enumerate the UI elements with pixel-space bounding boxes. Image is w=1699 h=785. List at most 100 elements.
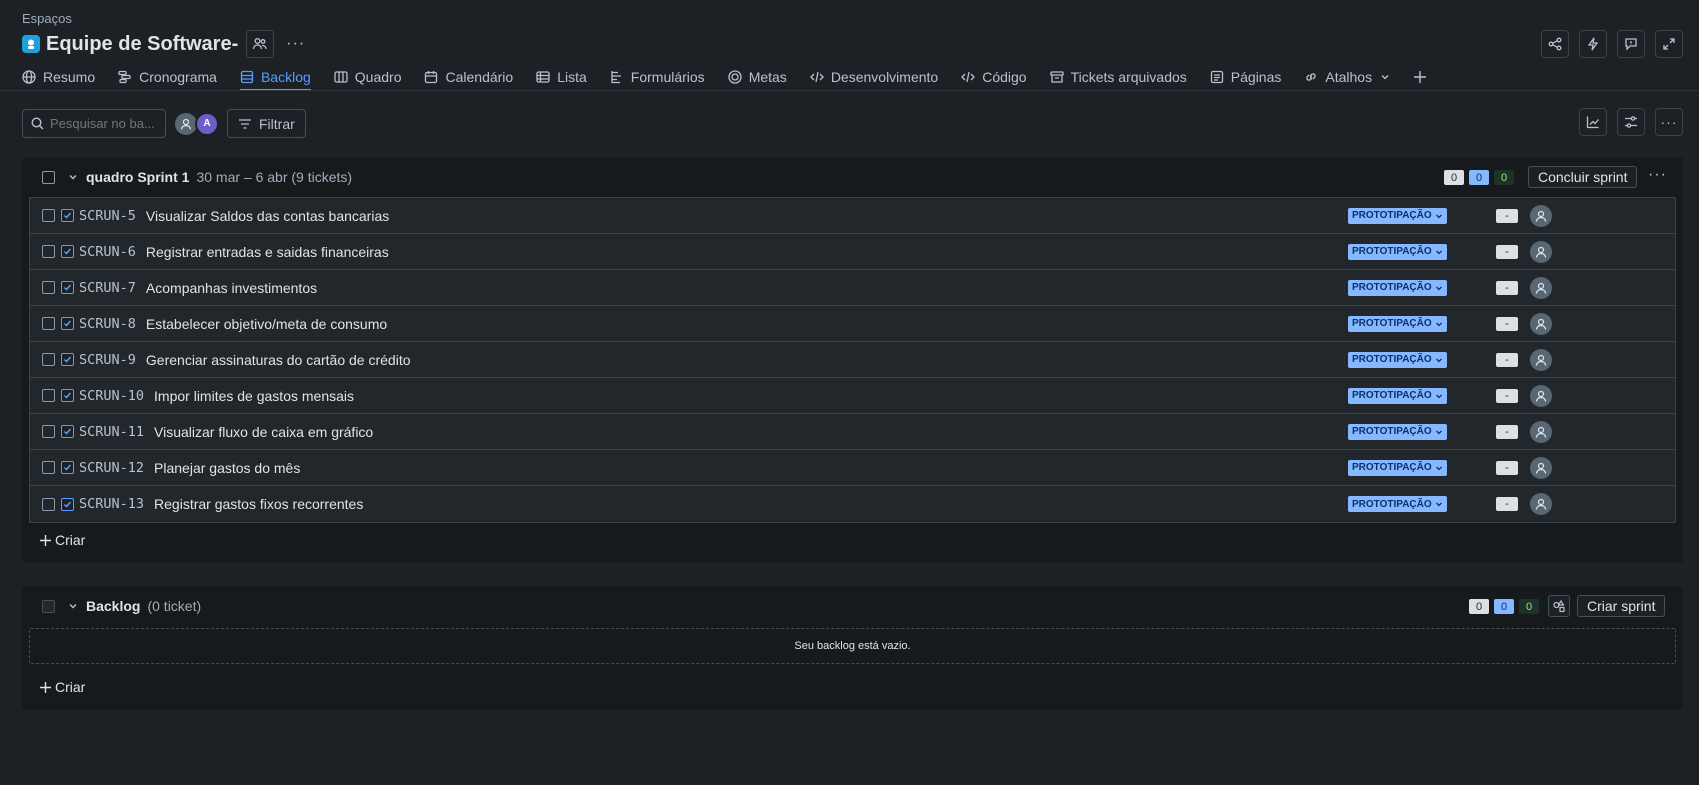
issue-row[interactable]: SCRUN-7 Acompanhas investimentos PROTOTI… (30, 270, 1675, 306)
issue-key[interactable]: SCRUN-11 (79, 424, 144, 440)
issue-row[interactable]: SCRUN-13 Registrar gastos fixos recorren… (30, 486, 1675, 522)
status-dropdown[interactable]: PROTOTIPAÇÃO (1348, 459, 1447, 476)
issue-key[interactable]: SCRUN-9 (79, 352, 136, 368)
row-select-checkbox[interactable] (42, 317, 55, 330)
search-input[interactable] (50, 116, 160, 131)
tab-calendario[interactable]: Calendário (424, 64, 513, 90)
row-select-checkbox[interactable] (42, 461, 55, 474)
people-icon (253, 38, 267, 50)
tab-lista[interactable]: Lista (536, 64, 587, 90)
collapse-toggle[interactable] (67, 171, 81, 183)
create-issue-button[interactable]: Criar (39, 532, 85, 548)
issue-row[interactable]: SCRUN-12 Planejar gastos do mês PROTOTIP… (30, 450, 1675, 486)
view-settings-button[interactable] (1617, 108, 1645, 136)
row-select-checkbox[interactable] (42, 389, 55, 402)
issue-row[interactable]: SCRUN-11 Visualizar fluxo de caixa em gr… (30, 414, 1675, 450)
status-dropdown[interactable]: PROTOTIPAÇÃO (1348, 207, 1447, 224)
issue-row[interactable]: SCRUN-10 Impor limites de gastos mensais… (30, 378, 1675, 414)
create-sprint-button[interactable]: Criar sprint (1577, 595, 1666, 617)
team-button[interactable] (246, 30, 275, 58)
share-button[interactable] (1541, 30, 1569, 58)
assignee-avatar[interactable] (1530, 204, 1552, 227)
more-icon: ··· (1660, 114, 1678, 130)
issue-key[interactable]: SCRUN-13 (79, 496, 144, 512)
assignee-avatar[interactable] (1530, 312, 1552, 335)
status-dropdown[interactable]: PROTOTIPAÇÃO (1348, 351, 1447, 368)
status-dropdown[interactable]: PROTOTIPAÇÃO (1348, 243, 1447, 260)
insights-button[interactable] (1579, 108, 1607, 136)
chevron-down-icon (1435, 286, 1442, 290)
issue-key[interactable]: SCRUN-5 (79, 208, 136, 224)
automation-button[interactable] (1579, 30, 1607, 58)
issue-row[interactable]: SCRUN-6 Registrar entradas e saidas fina… (30, 234, 1675, 270)
status-dropdown[interactable]: PROTOTIPAÇÃO (1348, 423, 1447, 440)
row-select-checkbox[interactable] (42, 281, 55, 294)
filter-button[interactable]: Filtrar (227, 109, 306, 138)
story-points-badge[interactable]: - (1496, 208, 1518, 223)
avatar-unassigned[interactable] (175, 112, 197, 135)
complete-sprint-button[interactable]: Concluir sprint (1528, 166, 1638, 188)
assignee-avatar[interactable] (1530, 240, 1552, 263)
more-icon[interactable]: ··· (1648, 166, 1667, 184)
tab-quadro[interactable]: Quadro (334, 64, 401, 90)
story-points-badge[interactable]: - (1496, 424, 1518, 439)
assignee-avatar[interactable] (1530, 493, 1552, 515)
assignee-avatar[interactable] (1530, 420, 1552, 443)
tab-paginas[interactable]: Páginas (1210, 64, 1281, 90)
add-tab-button[interactable] (1413, 64, 1434, 90)
row-select-checkbox[interactable] (42, 245, 55, 258)
feedback-button[interactable] (1617, 30, 1645, 58)
issue-key[interactable]: SCRUN-6 (79, 244, 136, 260)
row-select-checkbox[interactable] (42, 425, 55, 438)
assignee-avatar[interactable] (1530, 384, 1552, 407)
backlog-icon (240, 70, 254, 84)
status-dropdown[interactable]: PROTOTIPAÇÃO (1348, 387, 1447, 404)
sprint-select-checkbox[interactable] (42, 170, 55, 184)
row-select-checkbox[interactable] (42, 353, 55, 366)
issue-key[interactable]: SCRUN-8 (79, 316, 136, 332)
row-select-checkbox[interactable] (42, 209, 55, 222)
tab-formularios[interactable]: Formulários (610, 64, 705, 90)
status-dropdown[interactable]: PROTOTIPAÇÃO (1348, 279, 1447, 296)
tab-backlog[interactable]: Backlog (239, 64, 311, 91)
issue-key[interactable]: SCRUN-12 (79, 460, 144, 476)
tab-codigo[interactable]: Código (961, 64, 1027, 90)
collapse-toggle[interactable] (67, 600, 81, 612)
tab-desenvolvimento[interactable]: Desenvolvimento (809, 64, 938, 90)
list-icon (536, 71, 550, 83)
assignee-avatar[interactable] (1530, 456, 1552, 479)
more-options-button[interactable]: ··· (1655, 108, 1683, 136)
more-icon[interactable]: ··· (286, 35, 305, 53)
story-points-badge[interactable]: - (1496, 388, 1518, 403)
create-backlog-issue-button[interactable]: Criar (39, 679, 85, 695)
tab-cronograma[interactable]: Cronograma (118, 64, 217, 90)
story-points-badge[interactable]: - (1496, 352, 1518, 367)
automation-rules-button[interactable] (1548, 595, 1570, 617)
issue-key[interactable]: SCRUN-7 (79, 280, 136, 296)
story-points-badge[interactable]: - (1496, 316, 1518, 331)
avatar-user[interactable]: A (195, 111, 219, 136)
tab-tickets-arquivados[interactable]: Tickets arquivados (1049, 64, 1187, 90)
tab-resumo[interactable]: Resumo (22, 64, 95, 90)
story-points-badge[interactable]: - (1496, 460, 1518, 475)
search-box[interactable] (22, 109, 166, 138)
chart-icon (1586, 116, 1599, 129)
status-dropdown[interactable]: PROTOTIPAÇÃO (1348, 315, 1447, 332)
tab-atalhos[interactable]: Atalhos (1304, 64, 1390, 90)
tab-metas[interactable]: Metas (728, 64, 787, 90)
backlog-select-checkbox[interactable] (42, 599, 55, 613)
story-points-badge[interactable]: - (1496, 280, 1518, 295)
issue-row[interactable]: SCRUN-9 Gerenciar assinaturas do cartão … (30, 342, 1675, 378)
fullscreen-button[interactable] (1655, 30, 1683, 58)
assignee-avatar[interactable] (1530, 276, 1552, 299)
lightning-icon (1587, 37, 1599, 51)
issue-row[interactable]: SCRUN-5 Visualizar Saldos das contas ban… (30, 198, 1675, 234)
breadcrumb[interactable]: Espaços (22, 11, 72, 26)
issue-key[interactable]: SCRUN-10 (79, 388, 144, 404)
story-points-badge[interactable]: - (1496, 244, 1518, 259)
status-dropdown[interactable]: PROTOTIPAÇÃO (1348, 496, 1447, 512)
issue-row[interactable]: SCRUN-8 Estabelecer objetivo/meta de con… (30, 306, 1675, 342)
story-points-badge[interactable]: - (1496, 497, 1518, 511)
row-select-checkbox[interactable] (42, 497, 55, 511)
assignee-avatar[interactable] (1530, 348, 1552, 371)
